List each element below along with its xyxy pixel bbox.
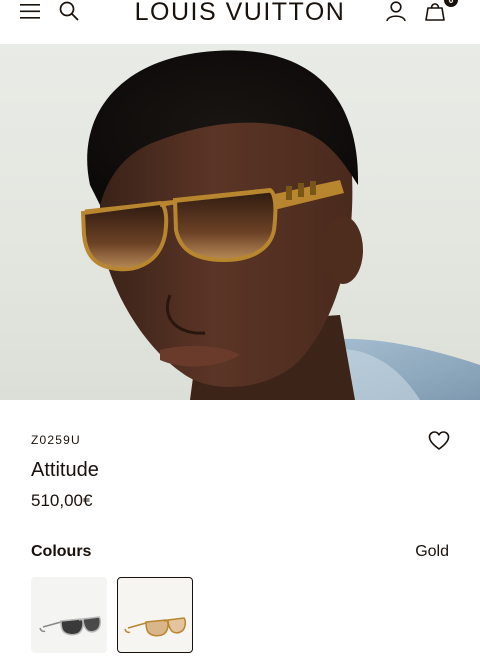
silver-sunglasses-thumbnail [39,616,102,636]
product-name: Attitude [31,459,99,481]
top-header: LOUIS VUITTON 0 [0,0,480,45]
colour-swatch-silver[interactable] [31,577,107,653]
bag-count-badge: 0 [444,0,458,7]
account-icon[interactable] [385,0,407,22]
product-hero-image[interactable] [0,45,480,400]
model-with-sunglasses-illustration [80,50,480,400]
heart-icon[interactable] [428,430,450,452]
selected-colour: Gold [415,543,449,560]
brand-logo[interactable]: LOUIS VUITTON [0,0,480,27]
product-sku: Z0259U [31,433,81,447]
product-page: LOUIS VUITTON 0 Z0259U Attitude 510,00€ … [0,0,480,661]
colours-label: Colours [31,543,92,560]
gold-sunglasses-thumbnail [124,617,187,637]
shopping-bag-button[interactable]: 0 [424,0,464,26]
product-price: 510,00€ [31,491,93,510]
shopping-bag-icon [425,3,445,21]
colour-swatch-gold[interactable] [117,577,193,653]
